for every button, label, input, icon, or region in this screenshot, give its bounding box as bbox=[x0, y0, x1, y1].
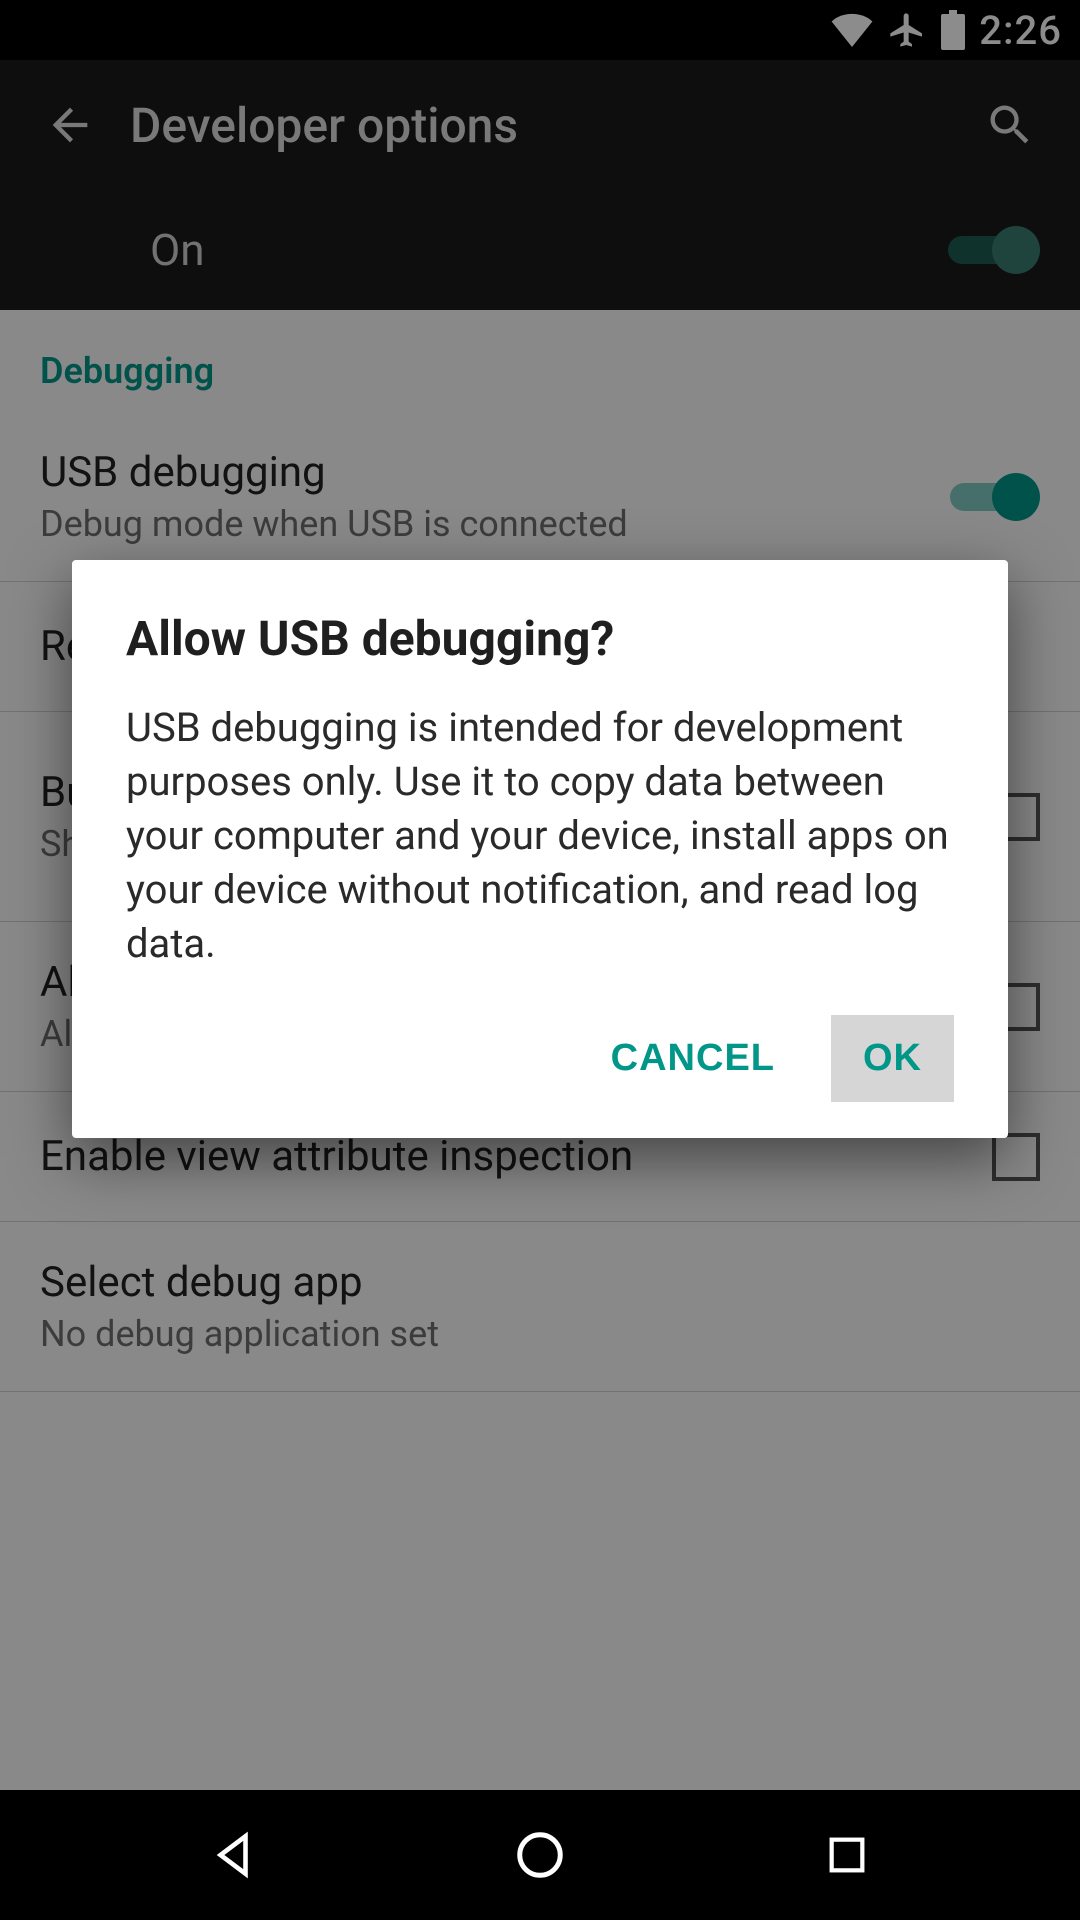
cancel-button[interactable]: Cancel bbox=[579, 1015, 807, 1102]
dialog-title: Allow USB debugging? bbox=[126, 610, 954, 667]
nav-home-button[interactable] bbox=[505, 1820, 575, 1890]
navigation-bar bbox=[0, 1790, 1080, 1920]
dialog-body: USB debugging is intended for developmen… bbox=[126, 701, 954, 971]
screen: 2:26 Developer options On Debugging USB … bbox=[0, 0, 1080, 1920]
ok-button[interactable]: OK bbox=[831, 1015, 954, 1102]
nav-recents-button[interactable] bbox=[812, 1820, 882, 1890]
nav-back-button[interactable] bbox=[198, 1820, 268, 1890]
dialog-actions: Cancel OK bbox=[126, 1015, 954, 1102]
usb-debugging-dialog: Allow USB debugging? USB debugging is in… bbox=[72, 560, 1008, 1138]
